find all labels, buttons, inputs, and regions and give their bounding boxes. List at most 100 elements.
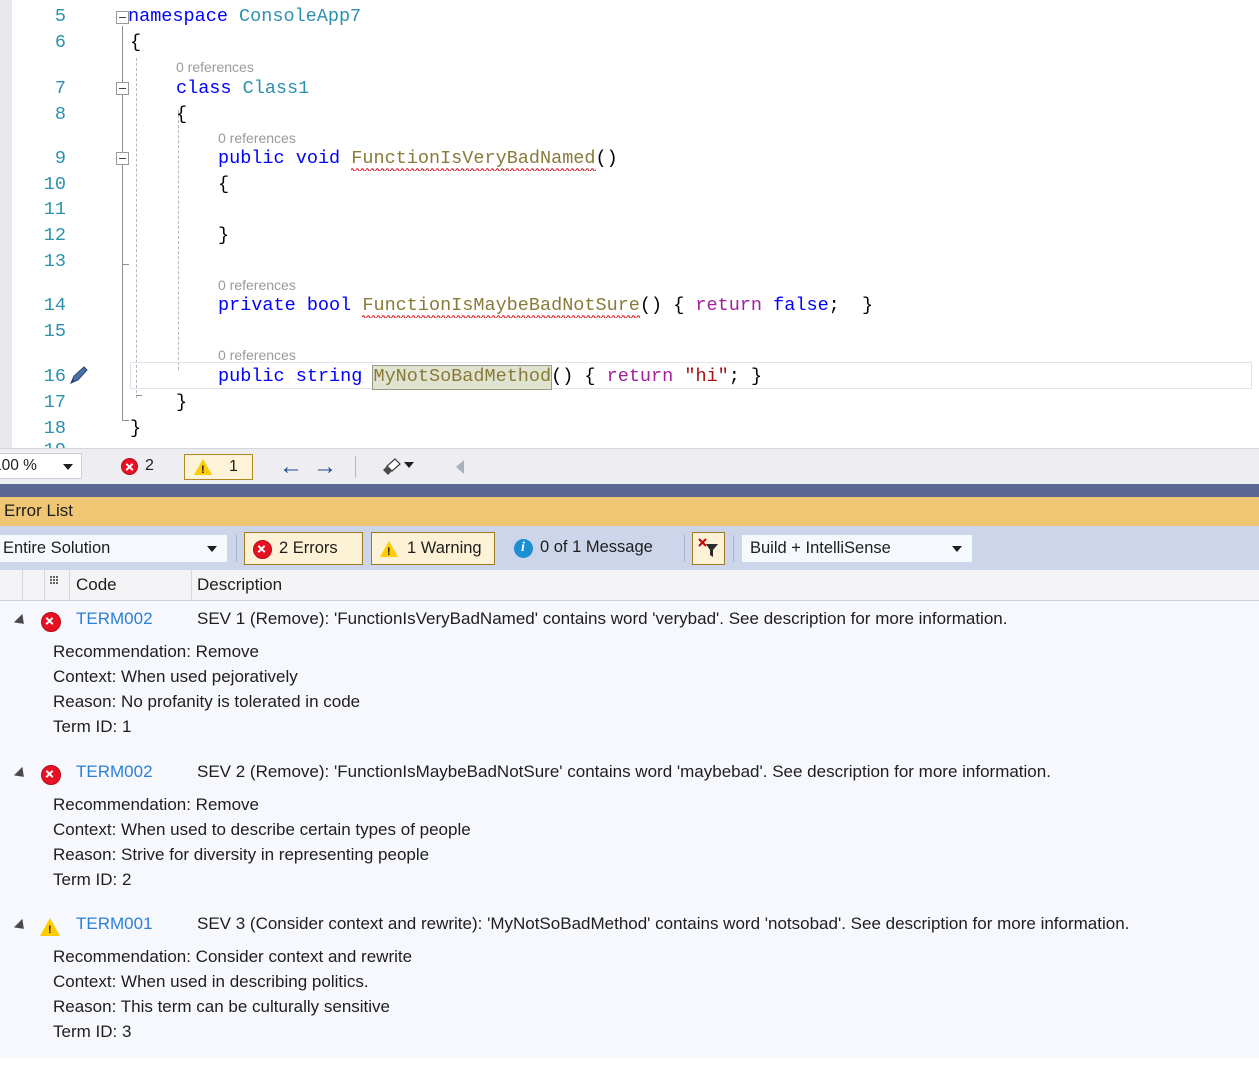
chevron-down-icon bbox=[952, 546, 962, 552]
status-warning-count[interactable]: ! 1 bbox=[184, 454, 253, 480]
clear-filters-button[interactable] bbox=[692, 532, 725, 565]
line-number: 11 bbox=[43, 199, 66, 220]
indent-guide-method bbox=[178, 110, 179, 370]
code-line-6[interactable]: { bbox=[130, 32, 141, 53]
navigate-forward-icon[interactable]: → bbox=[313, 455, 337, 479]
code-editor[interactable]: 5 6 7 8 9 10 11 12 13 14 15 16 17 18 19 … bbox=[0, 0, 1259, 448]
errors-filter-label: 2 Errors bbox=[279, 539, 338, 557]
messages-filter-label: 0 of 1 Message bbox=[540, 538, 653, 556]
line-number: 19 bbox=[0, 440, 66, 448]
column-chooser-icon[interactable] bbox=[50, 576, 62, 586]
status-error-count[interactable]: 2 bbox=[112, 455, 172, 479]
code-line-5[interactable]: namespace ConsoleApp7 bbox=[128, 6, 361, 27]
column-divider[interactable] bbox=[22, 570, 23, 600]
row-detail-term-id: Term ID: 1 bbox=[53, 717, 132, 736]
code-line-14[interactable]: private bool FunctionIsMaybeBadNotSure()… bbox=[218, 295, 873, 318]
fold-toggle-class[interactable] bbox=[116, 82, 129, 95]
error-icon bbox=[41, 765, 61, 785]
zoom-level-value: 100 % bbox=[0, 457, 37, 474]
codelens-references[interactable]: 0 references bbox=[218, 347, 296, 363]
error-list-accent-bar bbox=[0, 484, 1259, 497]
row-detail-recommendation: Recommendation: Consider context and rew… bbox=[53, 947, 413, 966]
row-detail-reason: Reason: No profanity is tolerated in cod… bbox=[53, 692, 361, 711]
fold-toggle-method[interactable] bbox=[116, 152, 129, 165]
info-icon bbox=[514, 539, 533, 558]
editor-status-bar: 100 % 2 ! 1 ← → bbox=[0, 448, 1259, 484]
column-header-description[interactable]: Description bbox=[197, 575, 282, 595]
error-icon bbox=[121, 458, 138, 475]
code-line-17[interactable]: } bbox=[176, 392, 187, 413]
line-number: 18 bbox=[43, 418, 66, 439]
row-detail-reason: Reason: Strive for diversity in represen… bbox=[53, 845, 430, 864]
codelens-references[interactable]: 0 references bbox=[176, 59, 254, 75]
toolbar-divider bbox=[236, 535, 237, 562]
line-number: 14 bbox=[43, 295, 66, 316]
errors-filter-button[interactable]: 2 Errors bbox=[244, 532, 363, 565]
line-number: 10 bbox=[43, 174, 66, 195]
row-description: SEV 1 (Remove): 'FunctionIsVeryBadNamed'… bbox=[197, 609, 1008, 628]
error-list-bottom-filler bbox=[0, 1058, 1259, 1077]
fold-guide-namespace-end bbox=[122, 420, 129, 421]
code-line-12[interactable]: } bbox=[218, 225, 229, 246]
chevron-down-icon bbox=[207, 546, 217, 552]
indent-guide-class bbox=[136, 58, 137, 398]
row-detail-context: Context: When used pejoratively bbox=[53, 667, 298, 686]
row-code-link[interactable]: TERM002 bbox=[76, 609, 153, 629]
column-divider[interactable] bbox=[44, 570, 45, 600]
collapse-panel-icon[interactable] bbox=[456, 460, 464, 474]
row-code-link[interactable]: TERM002 bbox=[76, 762, 153, 782]
codelens-references[interactable]: 0 references bbox=[218, 277, 296, 293]
table-row[interactable]: ! TERM001 SEV 3 (Consider context and re… bbox=[0, 911, 1259, 941]
warnings-filter-label: 1 Warning bbox=[407, 539, 482, 557]
table-row[interactable]: TERM002 SEV 1 (Remove): 'FunctionIsVeryB… bbox=[0, 606, 1259, 636]
toolbar-divider bbox=[733, 535, 734, 562]
scope-filter-combobox[interactable]: Entire Solution bbox=[0, 534, 228, 563]
chevron-down-icon[interactable] bbox=[404, 462, 414, 468]
line-number: 7 bbox=[54, 78, 66, 99]
error-list-body[interactable]: TERM002 SEV 1 (Remove): 'FunctionIsVeryB… bbox=[0, 601, 1259, 1058]
fold-guide-class-end bbox=[136, 395, 142, 396]
build-source-combobox[interactable]: Build + IntelliSense bbox=[741, 534, 973, 563]
error-list-toolbar: Entire Solution 2 Errors ! 1 Warning 0 o… bbox=[0, 526, 1259, 570]
row-detail-reason: Reason: This term can be culturally sens… bbox=[53, 997, 391, 1016]
code-line-16[interactable]: public string MyNotSoBadMethod() { retur… bbox=[218, 365, 762, 390]
column-header-code[interactable]: Code bbox=[76, 575, 117, 595]
row-detail-context: Context: When used in describing politic… bbox=[53, 972, 369, 991]
row-detail-recommendation: Recommendation: Remove bbox=[53, 795, 259, 814]
expand-collapse-icon[interactable] bbox=[13, 613, 29, 629]
table-row[interactable]: TERM002 SEV 2 (Remove): 'FunctionIsMaybe… bbox=[0, 759, 1259, 789]
expand-collapse-icon[interactable] bbox=[13, 918, 29, 934]
code-line-10[interactable]: { bbox=[218, 174, 229, 195]
status-error-count-value: 2 bbox=[145, 457, 154, 474]
code-line-7[interactable]: class Class1 bbox=[176, 78, 309, 99]
code-line-8[interactable]: { bbox=[176, 104, 187, 125]
chevron-down-icon bbox=[63, 464, 73, 470]
code-line-18[interactable]: } bbox=[130, 418, 141, 439]
row-code-link[interactable]: TERM001 bbox=[76, 914, 153, 934]
toolbar-divider bbox=[684, 535, 685, 562]
row-detail-recommendation: Recommendation: Remove bbox=[53, 642, 259, 661]
fold-guide-method bbox=[122, 152, 123, 264]
pencil-icon bbox=[70, 366, 88, 384]
line-number: 17 bbox=[43, 392, 66, 413]
error-icon bbox=[41, 612, 61, 632]
navigate-back-icon[interactable]: ← bbox=[279, 455, 303, 479]
column-divider[interactable] bbox=[191, 570, 192, 600]
error-list-title: Error List bbox=[4, 501, 73, 520]
line-number: 12 bbox=[43, 225, 66, 246]
column-divider[interactable] bbox=[69, 570, 70, 600]
clean-code-brush-icon[interactable] bbox=[381, 458, 403, 478]
status-warning-count-value: 1 bbox=[229, 458, 238, 475]
expand-collapse-icon[interactable] bbox=[13, 766, 29, 782]
warning-icon-exclamation: ! bbox=[201, 464, 205, 476]
zoom-level-combobox[interactable]: 100 % bbox=[0, 453, 82, 479]
scope-filter-value: Entire Solution bbox=[3, 539, 111, 557]
error-list-title-bar[interactable]: Error List bbox=[0, 497, 1259, 526]
messages-filter-button[interactable]: 0 of 1 Message bbox=[506, 532, 676, 565]
warnings-filter-button[interactable]: ! 1 Warning bbox=[371, 532, 495, 565]
codelens-references[interactable]: 0 references bbox=[218, 130, 296, 146]
status-bar-divider bbox=[355, 456, 356, 478]
code-line-9[interactable]: public void FunctionIsVeryBadNamed() bbox=[218, 148, 618, 171]
warning-icon-exclamation: ! bbox=[387, 546, 391, 558]
build-source-value: Build + IntelliSense bbox=[750, 539, 891, 557]
